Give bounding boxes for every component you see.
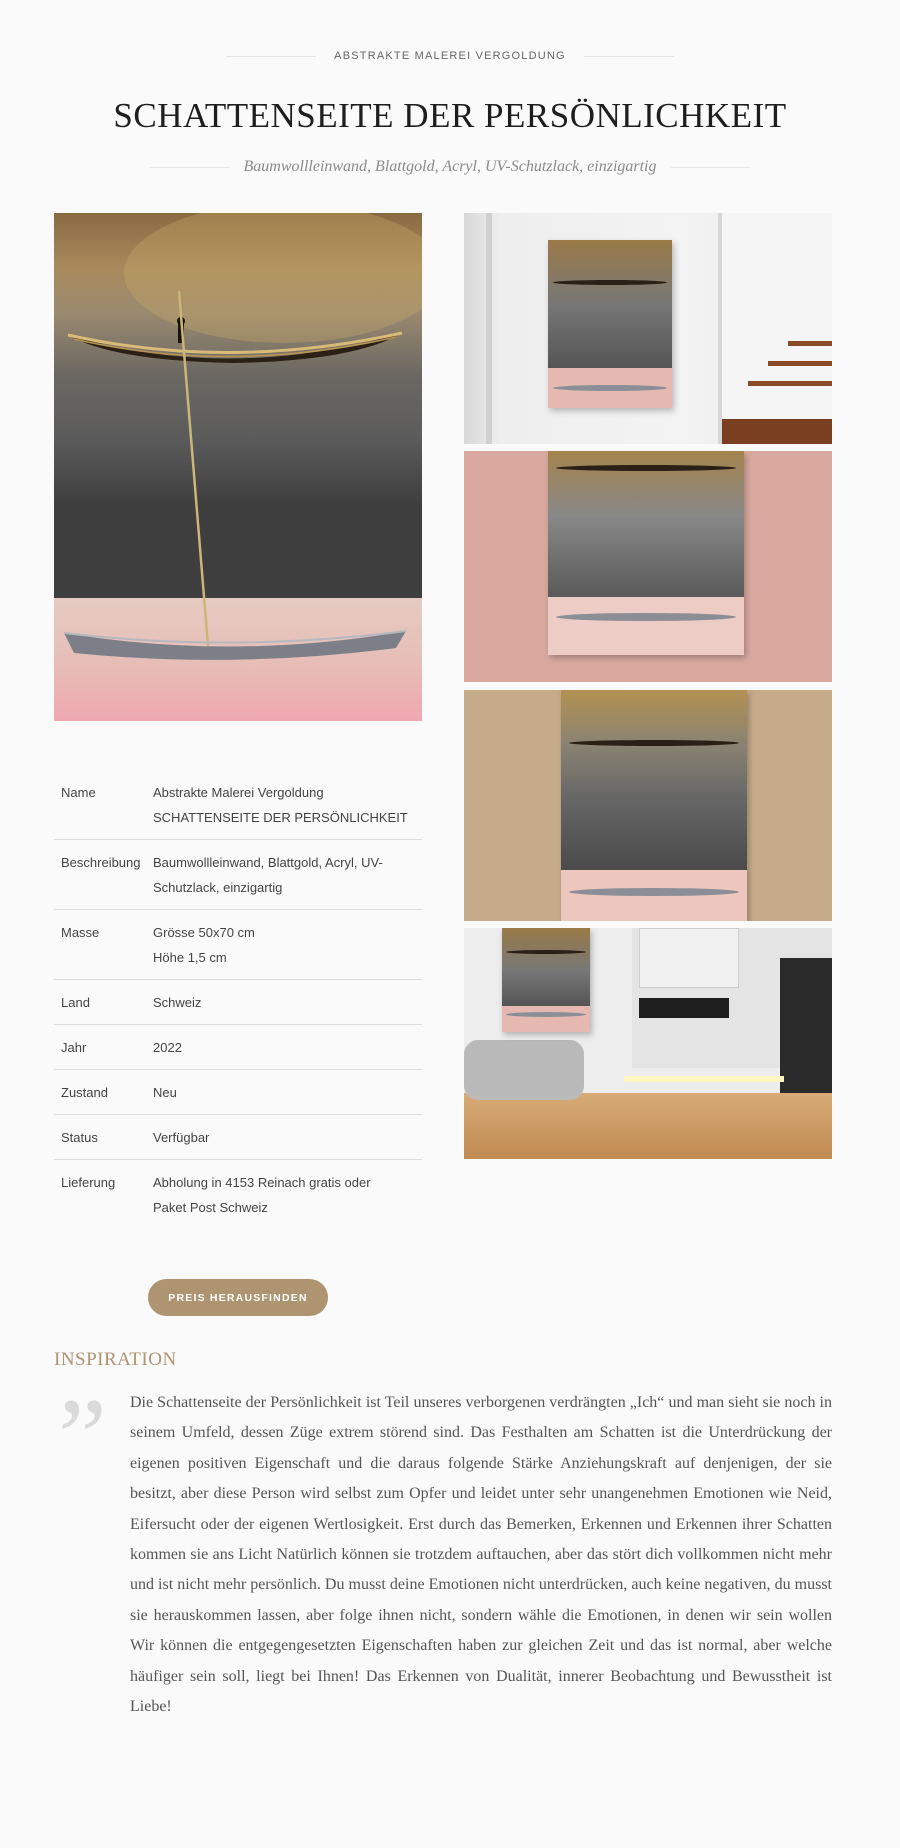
spec-row-condition: Zustand Neu <box>54 1070 422 1115</box>
divider <box>149 166 230 168</box>
page-subtitle: Baumwollleinwand, Blattgold, Acryl, UV-S… <box>243 158 657 175</box>
spec-row-year: Jahr 2022 <box>54 1025 422 1070</box>
thumbnail-living-room[interactable] <box>464 928 832 1159</box>
spec-label: Beschreibung <box>61 855 141 870</box>
spec-value: Neu <box>153 1085 177 1100</box>
spec-label: Name <box>61 785 96 800</box>
spec-value: Baumwollleinwand, Blattgold, Acryl, UV- … <box>153 855 383 895</box>
inspiration-text: Die Schattenseite der Persönlichkeit ist… <box>130 1394 832 1716</box>
spec-row-dimensions: Masse Grösse 50x70 cm Höhe 1,5 cm <box>54 910 422 980</box>
subtitle-row: Baumwollleinwand, Blattgold, Acryl, UV-S… <box>0 158 900 176</box>
main-artwork-image[interactable] <box>54 213 422 721</box>
eyebrow-category: ABSTRAKTE MALEREI VERGOLDUNG <box>334 50 566 62</box>
quote-icon: ” <box>58 1376 107 1498</box>
spec-label: Jahr <box>61 1040 87 1055</box>
specs-table: Name Abstrakte Malerei Vergoldung SCHATT… <box>54 770 422 1229</box>
thumbnail-pink-wall[interactable] <box>464 451 832 682</box>
spec-label: Status <box>61 1130 98 1145</box>
spec-value: 2022 <box>153 1040 182 1055</box>
spec-row-country: Land Schweiz <box>54 980 422 1025</box>
spec-row-description: Beschreibung Baumwollleinwand, Blattgold… <box>54 840 422 910</box>
spec-label: Lieferung <box>61 1175 116 1190</box>
spec-row-name: Name Abstrakte Malerei Vergoldung SCHATT… <box>54 770 422 840</box>
thumbnail-beige-wall[interactable] <box>464 690 832 921</box>
spec-label: Zustand <box>61 1085 108 1100</box>
spec-label: Masse <box>61 925 100 940</box>
divider <box>226 55 317 57</box>
spec-row-status: Status Verfügbar <box>54 1115 422 1160</box>
divider <box>583 55 674 57</box>
page-title: SCHATTENSEITE DER PERSÖNLICHKEIT <box>113 96 787 135</box>
spec-value: Abstrakte Malerei Vergoldung SCHATTENSEI… <box>153 785 408 825</box>
spec-value: Abholung in 4153 Reinach gratis oder Pak… <box>153 1175 371 1215</box>
spec-row-delivery: Lieferung Abholung in 4153 Reinach grati… <box>54 1160 422 1229</box>
spec-value: Schweiz <box>153 995 202 1010</box>
thumbnail-stairwell[interactable] <box>464 213 832 444</box>
inspiration-heading: INSPIRATION <box>54 1349 177 1370</box>
eyebrow-row: ABSTRAKTE MALEREI VERGOLDUNG <box>0 50 900 62</box>
spec-value: Grösse 50x70 cm Höhe 1,5 cm <box>153 925 255 965</box>
spec-label: Land <box>61 995 90 1010</box>
divider <box>670 166 751 168</box>
spec-value: Verfügbar <box>153 1130 210 1145</box>
find-price-button[interactable]: PREIS HERAUSFINDEN <box>148 1279 328 1316</box>
